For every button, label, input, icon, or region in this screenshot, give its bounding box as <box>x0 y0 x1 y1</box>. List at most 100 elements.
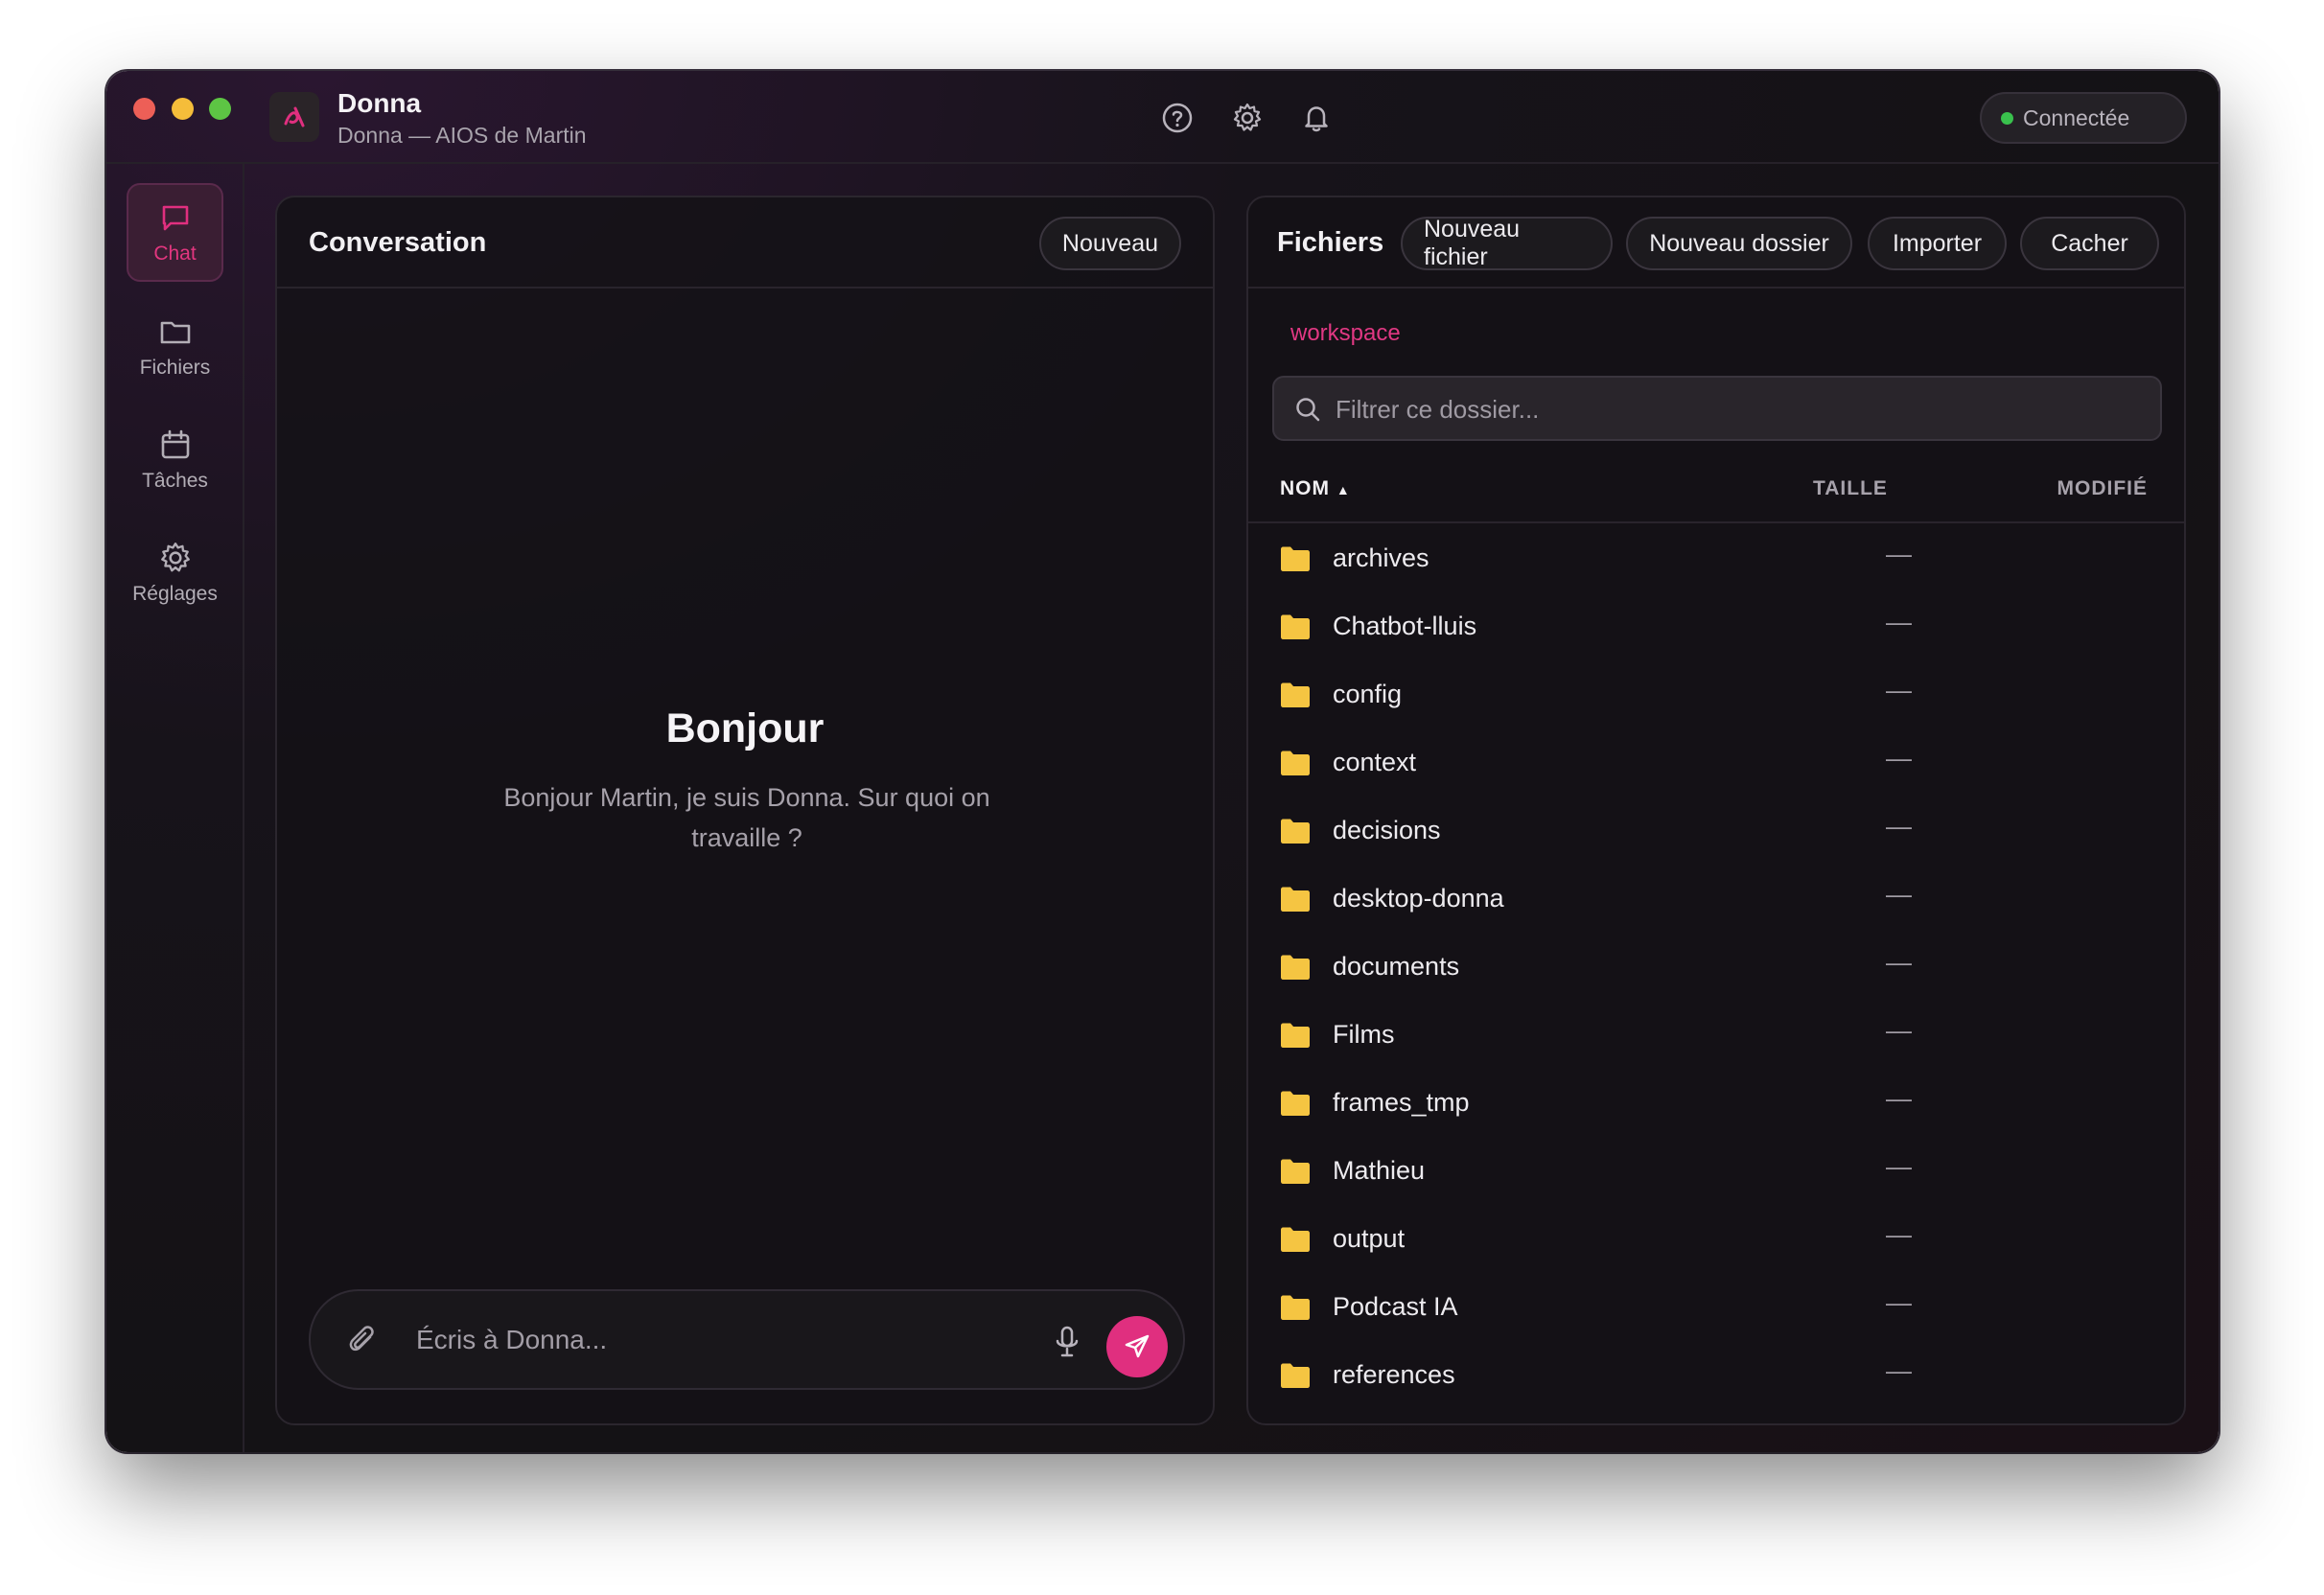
folder-icon <box>1280 613 1311 645</box>
greeting-title: Bonjour <box>665 705 825 751</box>
settings-icon[interactable] <box>1228 99 1267 137</box>
table-header: NOM ▲ TAILLE MODIFIÉ <box>1248 456 2184 523</box>
file-row[interactable]: frames_tmp — <box>1248 1069 2184 1137</box>
file-row[interactable]: archives — <box>1248 524 2184 592</box>
file-name: Podcast IA <box>1333 1292 1458 1321</box>
folder-icon <box>1280 886 1311 917</box>
file-name: output <box>1333 1224 1406 1253</box>
sidebar-item-label: Fichiers <box>139 356 211 379</box>
file-name: Chatbot-lluis <box>1333 612 1477 640</box>
filter-field <box>1272 376 2162 441</box>
sidebar: Chat Fichiers Tâches Réglages <box>106 164 244 1452</box>
chat-bubble-icon <box>162 205 188 230</box>
file-row[interactable]: Films — <box>1248 1001 2184 1069</box>
file-name: Mathieu <box>1333 1156 1426 1185</box>
new-file-button[interactable]: Nouveau fichier <box>1401 216 1613 270</box>
folder-icon <box>1280 1090 1311 1121</box>
files-header: Fichiers Nouveau fichier Nouveau dossier… <box>1248 197 2184 289</box>
file-size: — <box>1886 1152 1912 1181</box>
column-header-modified[interactable]: MODIFIÉ <box>2057 477 2149 500</box>
file-name: config <box>1333 680 1403 708</box>
file-size: — <box>1886 812 1912 841</box>
file-name: frames_tmp <box>1333 1088 1470 1117</box>
file-size: — <box>1886 744 1912 773</box>
paperclip-icon[interactable] <box>345 1324 380 1363</box>
folder-icon <box>1280 1022 1311 1053</box>
folder-icon <box>1280 1294 1311 1326</box>
folder-icon <box>1280 545 1311 577</box>
sidebar-item-reglages[interactable]: Réglages <box>127 523 223 622</box>
file-size: — <box>1886 1016 1912 1045</box>
search-icon <box>1293 395 1322 428</box>
file-list: archives — Chatbot-lluis — config — context — de… <box>1248 524 2184 1409</box>
message-input[interactable] <box>416 1318 991 1362</box>
bell-icon[interactable] <box>1297 99 1336 137</box>
sidebar-item-fichiers[interactable]: Fichiers <box>127 297 223 396</box>
app-logo-icon <box>269 92 319 142</box>
folder-icon <box>1280 954 1311 985</box>
message-composer <box>309 1289 1185 1390</box>
file-row[interactable]: output — <box>1248 1205 2184 1273</box>
file-size: — <box>1886 1084 1912 1113</box>
greeting-subtitle: Bonjour Martin, je suis Donna. Sur quoi … <box>503 783 990 852</box>
file-row[interactable]: decisions — <box>1248 797 2184 865</box>
file-name: references <box>1333 1360 1455 1389</box>
column-header-name[interactable]: NOM ▲ <box>1280 477 1351 500</box>
window-zoom-button[interactable] <box>209 98 231 120</box>
sort-ascending-icon: ▲ <box>1336 482 1351 497</box>
sidebar-item-taches[interactable]: Tâches <box>127 410 223 509</box>
send-button[interactable] <box>1106 1316 1168 1377</box>
help-icon[interactable] <box>1158 99 1197 137</box>
file-size: — <box>1886 676 1912 705</box>
app-window: Donna Donna — AIOS de Martin Connectée C… <box>106 71 2219 1452</box>
folder-icon <box>1280 1158 1311 1190</box>
file-row[interactable]: config — <box>1248 660 2184 728</box>
import-button[interactable]: Importer <box>1868 217 2007 270</box>
window-minimize-button[interactable] <box>172 98 194 120</box>
window-close-button[interactable] <box>133 98 155 120</box>
file-row[interactable]: Mathieu — <box>1248 1137 2184 1205</box>
files-title: Fichiers <box>1277 227 1384 258</box>
folder-icon <box>1280 750 1311 781</box>
file-name: Films <box>1333 1020 1395 1049</box>
folder-icon <box>1280 682 1311 713</box>
folder-icon <box>1280 1362 1311 1394</box>
file-size: — <box>1886 1356 1912 1385</box>
app-subtitle: Donna — AIOS de Martin <box>337 123 587 148</box>
file-size: — <box>1886 540 1912 568</box>
file-name: archives <box>1333 543 1429 572</box>
file-name: context <box>1333 748 1417 776</box>
calendar-icon <box>161 429 189 458</box>
folder-icon <box>1280 818 1311 849</box>
file-name: desktop-donna <box>1333 884 1504 913</box>
file-row[interactable]: desktop-donna — <box>1248 865 2184 933</box>
sidebar-item-label: Réglages <box>132 582 218 605</box>
microphone-icon[interactable] <box>1051 1324 1083 1365</box>
new-folder-button[interactable]: Nouveau dossier <box>1626 217 1852 270</box>
conversation-header: Conversation Nouveau <box>277 197 1213 289</box>
connection-status-badge[interactable]: Connectée <box>1980 92 2187 144</box>
titlebar: Donna Donna — AIOS de Martin Connectée <box>106 71 2219 164</box>
file-row[interactable]: context — <box>1248 728 2184 797</box>
folder-icon <box>160 321 190 343</box>
breadcrumb[interactable]: workspace <box>1290 320 1401 347</box>
file-name: documents <box>1333 952 1460 981</box>
file-row[interactable]: documents — <box>1248 933 2184 1001</box>
hide-button[interactable]: Cacher <box>2020 217 2159 270</box>
file-row[interactable]: Podcast IA — <box>1248 1273 2184 1341</box>
sidebar-item-label: Chat <box>153 242 197 265</box>
status-dot-icon <box>2001 111 2013 125</box>
sidebar-item-chat[interactable]: Chat <box>127 183 223 282</box>
file-size: — <box>1886 948 1912 977</box>
sidebar-item-label: Tâches <box>142 469 208 492</box>
file-row[interactable]: Chatbot-lluis — <box>1248 592 2184 660</box>
new-conversation-button[interactable]: Nouveau <box>1038 217 1181 270</box>
file-size: — <box>1886 880 1912 909</box>
file-size: — <box>1886 1288 1912 1317</box>
column-header-size[interactable]: TAILLE <box>1813 477 1888 500</box>
send-icon <box>1125 1334 1150 1358</box>
app-title: Donna <box>337 88 422 118</box>
filter-input[interactable] <box>1336 391 2122 428</box>
file-row[interactable]: references — <box>1248 1341 2184 1409</box>
file-size: — <box>1886 608 1912 636</box>
